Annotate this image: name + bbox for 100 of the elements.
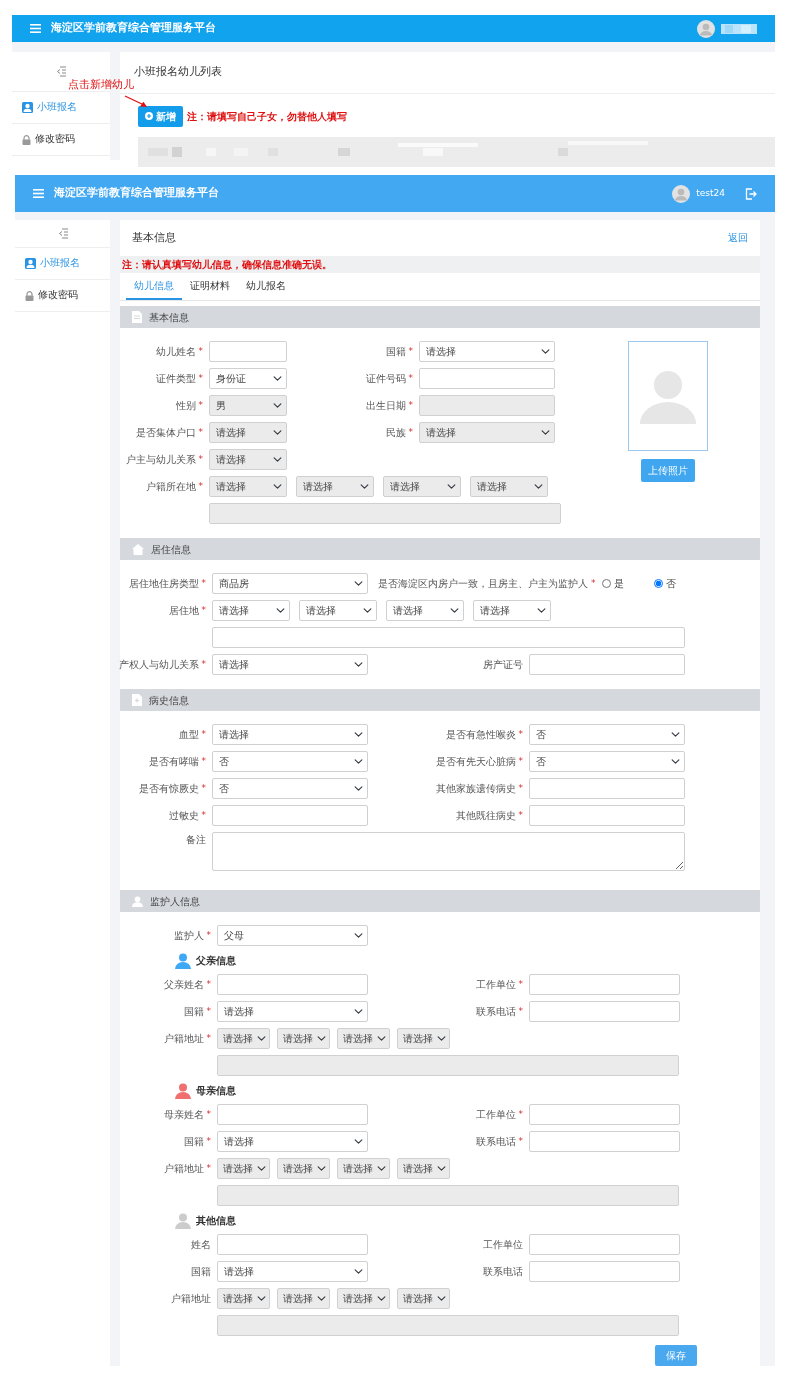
tab[interactable]: 幼儿报名: [238, 273, 294, 300]
dropdown[interactable]: 请选择: [212, 600, 290, 621]
field-label: 联系电话: [475, 1135, 516, 1149]
required-mark: *: [198, 479, 203, 493]
plus-circle-icon: [145, 112, 153, 120]
app-title: 海淀区学前教育综合管理服务平台: [51, 20, 216, 37]
required-mark: *: [198, 425, 203, 439]
text-field[interactable]: [529, 654, 685, 675]
field-label: 国籍: [191, 1265, 211, 1279]
dropdown[interactable]: 请选择: [473, 600, 551, 621]
dropdown[interactable]: 请选择: [217, 1261, 368, 1282]
collapse-icon[interactable]: [56, 66, 66, 77]
text-field[interactable]: [529, 1234, 680, 1255]
text-field[interactable]: [212, 805, 368, 826]
dropdown[interactable]: 父母: [217, 925, 368, 946]
logout-icon[interactable]: [745, 187, 757, 200]
field-label: 过敏史: [168, 809, 199, 823]
dropdown[interactable]: 请选择: [419, 341, 555, 362]
field-label: 其他家族遗传病史: [435, 782, 516, 796]
medical-document-icon: [132, 694, 142, 706]
field-label: 产权人与幼儿关系: [118, 658, 199, 672]
tab[interactable]: 幼儿信息: [126, 273, 182, 300]
field-label: 母亲姓名: [163, 1108, 204, 1122]
dropdown[interactable]: 请选择: [299, 600, 377, 621]
sidebar-item[interactable]: 小班报名: [12, 92, 110, 124]
field-label: 是否有哮喘: [148, 755, 199, 769]
text-field[interactable]: [529, 974, 680, 995]
required-mark: *: [201, 727, 206, 741]
notice-text: 注：请认真填写幼儿信息，确保信息准确无误。: [122, 258, 332, 272]
text-field[interactable]: [217, 974, 368, 995]
annotation-arrow: [124, 95, 148, 108]
field-label: 是否有先天心脏病: [435, 755, 516, 769]
field-label: 是否有急性喉炎: [445, 728, 516, 742]
field-label: 工作单位: [483, 1238, 523, 1252]
text-field[interactable]: [209, 341, 287, 362]
text-field[interactable]: [217, 1234, 368, 1255]
collapse-icon[interactable]: [57, 228, 68, 239]
sidebar-item[interactable]: 修改密码: [15, 280, 110, 312]
field-label: 国籍: [183, 1005, 204, 1019]
field-label: 父亲姓名: [163, 978, 204, 992]
app-title: 海淀区学前教育综合管理服务平台: [54, 185, 219, 202]
required-mark: *: [408, 344, 413, 358]
dropdown[interactable]: 请选择: [217, 1131, 368, 1152]
text-field[interactable]: [419, 368, 555, 389]
text-field[interactable]: [212, 627, 685, 648]
notice-text: 注：请填写自己子女，勿替他人填写: [187, 109, 347, 124]
text-field[interactable]: [529, 1131, 680, 1152]
document-icon: [132, 311, 142, 323]
menu-icon[interactable]: [30, 24, 41, 33]
radio-button[interactable]: [653, 579, 663, 588]
dropdown[interactable]: 否: [212, 751, 368, 772]
text-field[interactable]: [529, 1001, 680, 1022]
dropdown[interactable]: 请选择: [212, 724, 368, 745]
required-mark: *: [206, 1031, 211, 1045]
field-label: 是否海淀区内房户一致，且房主、户主为监护人: [378, 577, 588, 591]
radio-button[interactable]: [601, 579, 611, 588]
dropdown[interactable]: 商品房: [212, 573, 368, 594]
field-label: 姓名: [191, 1238, 211, 1252]
required-mark: *: [518, 1107, 523, 1121]
field-label: 证件号码: [365, 372, 406, 386]
tab[interactable]: 证明材料: [182, 273, 238, 300]
text-field[interactable]: [529, 1261, 680, 1282]
required-mark: *: [198, 452, 203, 466]
field-label: 工作单位: [475, 978, 516, 992]
required-mark: *: [201, 754, 206, 768]
text-field[interactable]: [529, 1104, 680, 1125]
field-label: 联系电话: [483, 1265, 523, 1279]
required-mark: *: [518, 754, 523, 768]
text-field[interactable]: [217, 1104, 368, 1125]
dropdown[interactable]: 否: [212, 778, 368, 799]
dropdown[interactable]: 请选择: [212, 654, 368, 675]
dropdown[interactable]: 请选择: [217, 1001, 368, 1022]
dropdown[interactable]: 否: [529, 724, 685, 745]
person-icon: [132, 895, 143, 907]
field-label: 居住地: [168, 604, 199, 618]
field-label: 户主与幼儿关系: [125, 453, 196, 467]
required-mark: *: [206, 928, 211, 942]
menu-icon[interactable]: [33, 189, 44, 198]
group-title: 母亲信息: [196, 1084, 236, 1098]
avatar-icon: [697, 19, 715, 38]
house-icon: [132, 543, 144, 555]
sidebar-item[interactable]: 修改密码: [12, 124, 110, 156]
dropdown[interactable]: 身份证: [209, 368, 287, 389]
field-label: 出生日期: [365, 399, 406, 413]
dropdown[interactable]: 否: [529, 751, 685, 772]
field-label: 户籍地址: [163, 1032, 204, 1046]
back-link[interactable]: 返回: [728, 230, 748, 246]
dropdown[interactable]: 请选择: [386, 600, 464, 621]
text-field[interactable]: [529, 778, 685, 799]
field-label: 性别: [175, 399, 196, 413]
sidebar-item[interactable]: 小班报名: [15, 248, 110, 280]
required-mark: *: [408, 371, 413, 385]
field-label: 户籍地址: [163, 1162, 204, 1176]
field-label: 联系电话: [475, 1005, 516, 1019]
field-label: 证件类型: [155, 372, 196, 386]
remarks-field[interactable]: [212, 832, 685, 871]
required-mark: *: [408, 398, 413, 412]
required-mark: *: [591, 576, 596, 590]
section-title: 病史信息: [149, 693, 189, 708]
text-field[interactable]: [529, 805, 685, 826]
